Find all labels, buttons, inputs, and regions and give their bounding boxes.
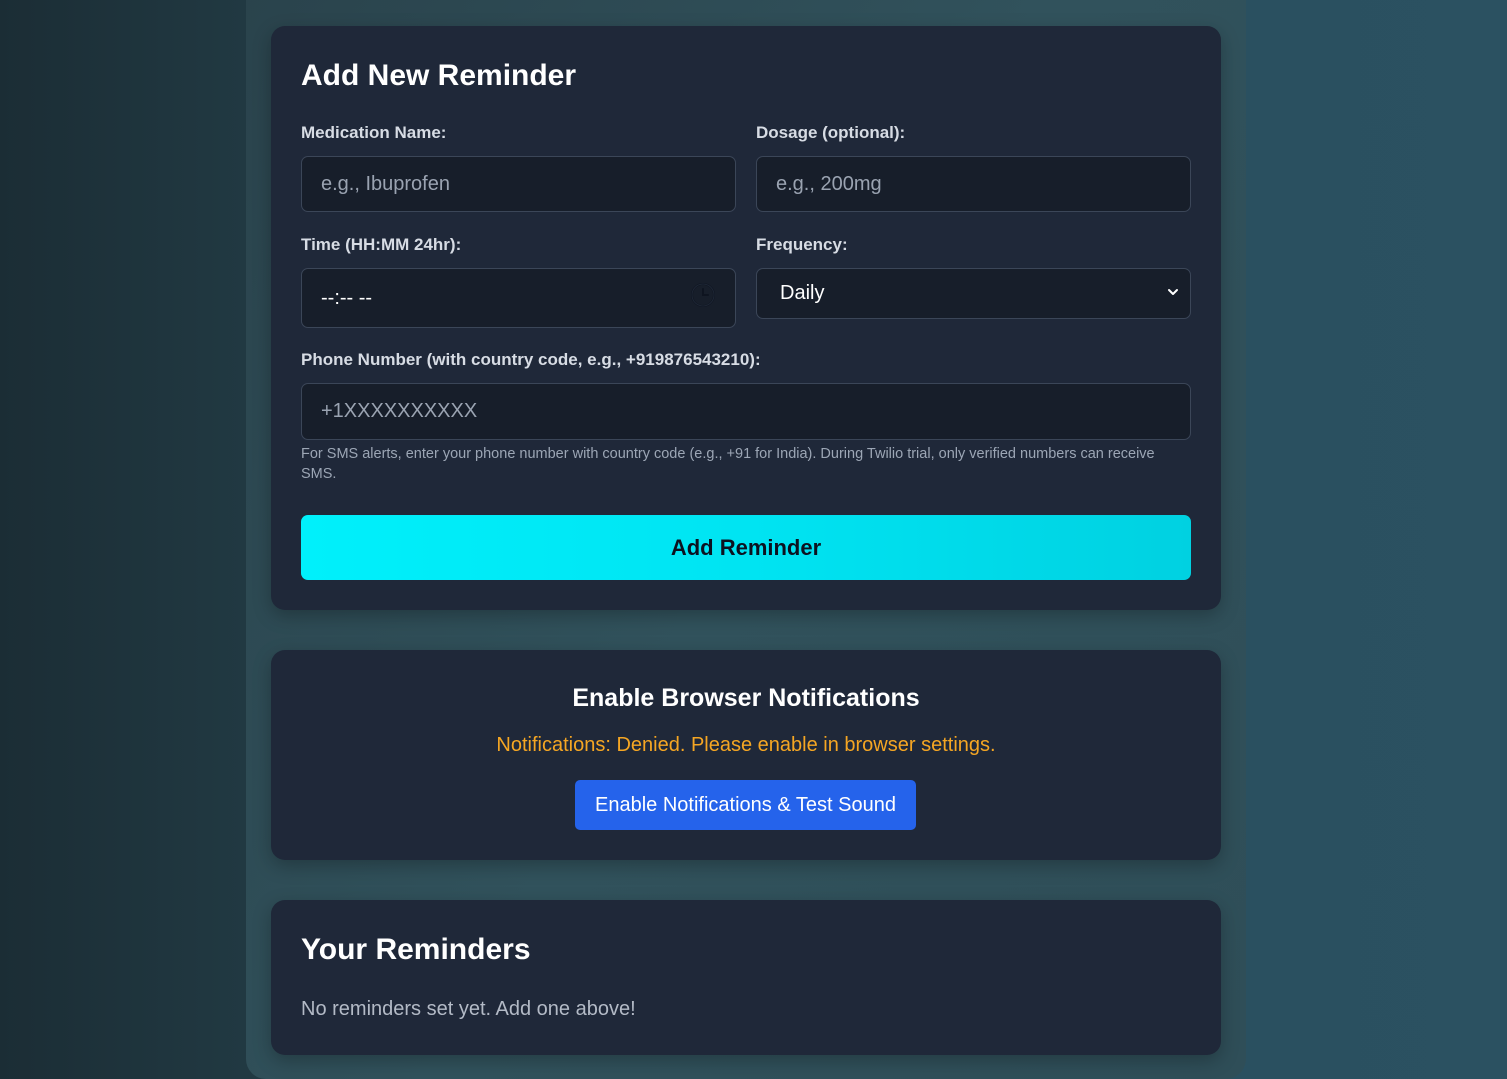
add-reminder-card: Add New Reminder Medication Name: Dosage… — [271, 26, 1221, 610]
time-label: Time (HH:MM 24hr): — [301, 235, 462, 254]
time-value: --:-- -- — [321, 286, 373, 309]
app-container: Add New Reminder Medication Name: Dosage… — [246, 0, 1246, 1079]
reminders-card: Your Reminders No reminders set yet. Add… — [271, 900, 1221, 1055]
dosage-label: Dosage (optional): — [756, 123, 906, 142]
frequency-label: Frequency: — [756, 235, 848, 254]
add-reminder-button[interactable]: Add Reminder — [301, 515, 1191, 580]
time-input[interactable]: --:-- -- — [301, 268, 736, 328]
add-reminder-title: Add New Reminder — [301, 59, 577, 92]
medication-name-label: Medication Name: — [301, 123, 447, 142]
notifications-card: Enable Browser Notifications Notificatio… — [271, 650, 1221, 860]
notifications-title: Enable Browser Notifications — [572, 684, 920, 712]
dosage-input[interactable] — [756, 156, 1191, 212]
enable-notifications-button[interactable]: Enable Notifications & Test Sound — [575, 780, 916, 830]
phone-label: Phone Number (with country code, e.g., +… — [301, 350, 761, 369]
reminders-empty-text: No reminders set yet. Add one above! — [301, 998, 636, 1020]
frequency-value: Daily — [780, 282, 825, 304]
reminders-title: Your Reminders — [301, 933, 531, 966]
medication-name-input[interactable] — [301, 156, 736, 212]
clock-icon[interactable] — [690, 282, 716, 314]
phone-hint: For SMS alerts, enter your phone number … — [301, 446, 1155, 482]
chevron-down-icon — [1166, 282, 1180, 305]
notifications-status: Notifications: Denied. Please enable in … — [496, 734, 996, 756]
phone-input[interactable] — [301, 383, 1191, 440]
frequency-select[interactable]: Daily — [756, 268, 1191, 319]
